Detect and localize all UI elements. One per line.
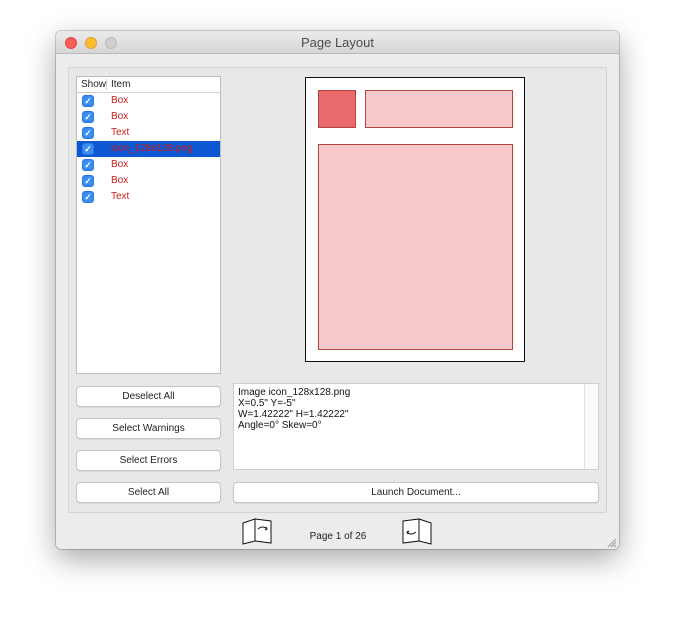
list-item-label: Box <box>111 111 129 122</box>
layout-box[interactable] <box>365 90 513 128</box>
column-header-show[interactable]: Show <box>81 79 106 90</box>
list-item[interactable]: ✓ Box <box>77 109 220 125</box>
list-item-label: Text <box>111 191 130 202</box>
show-checkbox[interactable]: ✓ <box>82 143 94 155</box>
show-checkbox[interactable]: ✓ <box>82 175 94 187</box>
select-warnings-button[interactable]: Select Warnings <box>76 418 221 439</box>
list-item[interactable]: ✓ Box <box>77 157 220 173</box>
info-line: W=1.42222" H=1.42222" <box>238 409 349 420</box>
item-list[interactable]: Show Item ✓ Box ✓ Box ✓ Text ✓ icon_128x… <box>76 76 221 374</box>
show-checkbox[interactable]: ✓ <box>82 95 94 107</box>
window-title: Page Layout <box>300 35 374 50</box>
info-line: X=0.5" Y=-5" <box>238 398 296 409</box>
column-header-item[interactable]: Item <box>111 79 130 90</box>
title-bar: Page Layout <box>56 31 619 54</box>
layout-text-frame[interactable] <box>318 144 513 350</box>
select-all-button[interactable]: Select All <box>76 482 221 503</box>
list-item[interactable]: ✓ Box <box>77 93 220 109</box>
select-errors-button[interactable]: Select Errors <box>76 450 221 471</box>
list-item[interactable]: ✓ Text <box>77 125 220 141</box>
list-item-label: Text <box>111 127 130 138</box>
launch-document-button[interactable]: Launch Document... <box>233 482 599 503</box>
show-checkbox[interactable]: ✓ <box>82 191 94 203</box>
layout-box-selected[interactable] <box>318 90 356 128</box>
list-header: Show Item <box>77 77 220 93</box>
list-item-label: Box <box>111 175 129 186</box>
page-indicator: Page 1 of 26 <box>309 531 367 542</box>
list-item-label: Box <box>111 95 129 106</box>
info-line: Angle=0° Skew=0° <box>238 420 322 431</box>
info-line: Image icon_128x128.png <box>238 387 351 398</box>
info-scrollbar[interactable] <box>584 384 598 469</box>
next-page-icon[interactable] <box>401 517 433 545</box>
list-item-label: Box <box>111 159 129 170</box>
show-checkbox[interactable]: ✓ <box>82 111 94 123</box>
deselect-all-button[interactable]: Deselect All <box>76 386 221 407</box>
resize-grip-icon[interactable] <box>605 535 617 548</box>
list-item-selected[interactable]: ✓ icon_128x128.png <box>77 141 220 157</box>
show-checkbox[interactable]: ✓ <box>82 159 94 171</box>
page-layout-window: Page Layout Show Item ✓ Box ✓ Box ✓ Text… <box>56 31 619 549</box>
list-item-label: icon_128x128.png <box>111 143 193 154</box>
list-item[interactable]: ✓ Text <box>77 189 220 205</box>
page-preview[interactable] <box>305 77 525 362</box>
list-item[interactable]: ✓ Box <box>77 173 220 189</box>
item-info-textarea[interactable]: Image icon_128x128.png X=0.5" Y=-5" W=1.… <box>233 383 599 470</box>
show-checkbox[interactable]: ✓ <box>82 127 94 139</box>
column-separator <box>106 79 107 90</box>
